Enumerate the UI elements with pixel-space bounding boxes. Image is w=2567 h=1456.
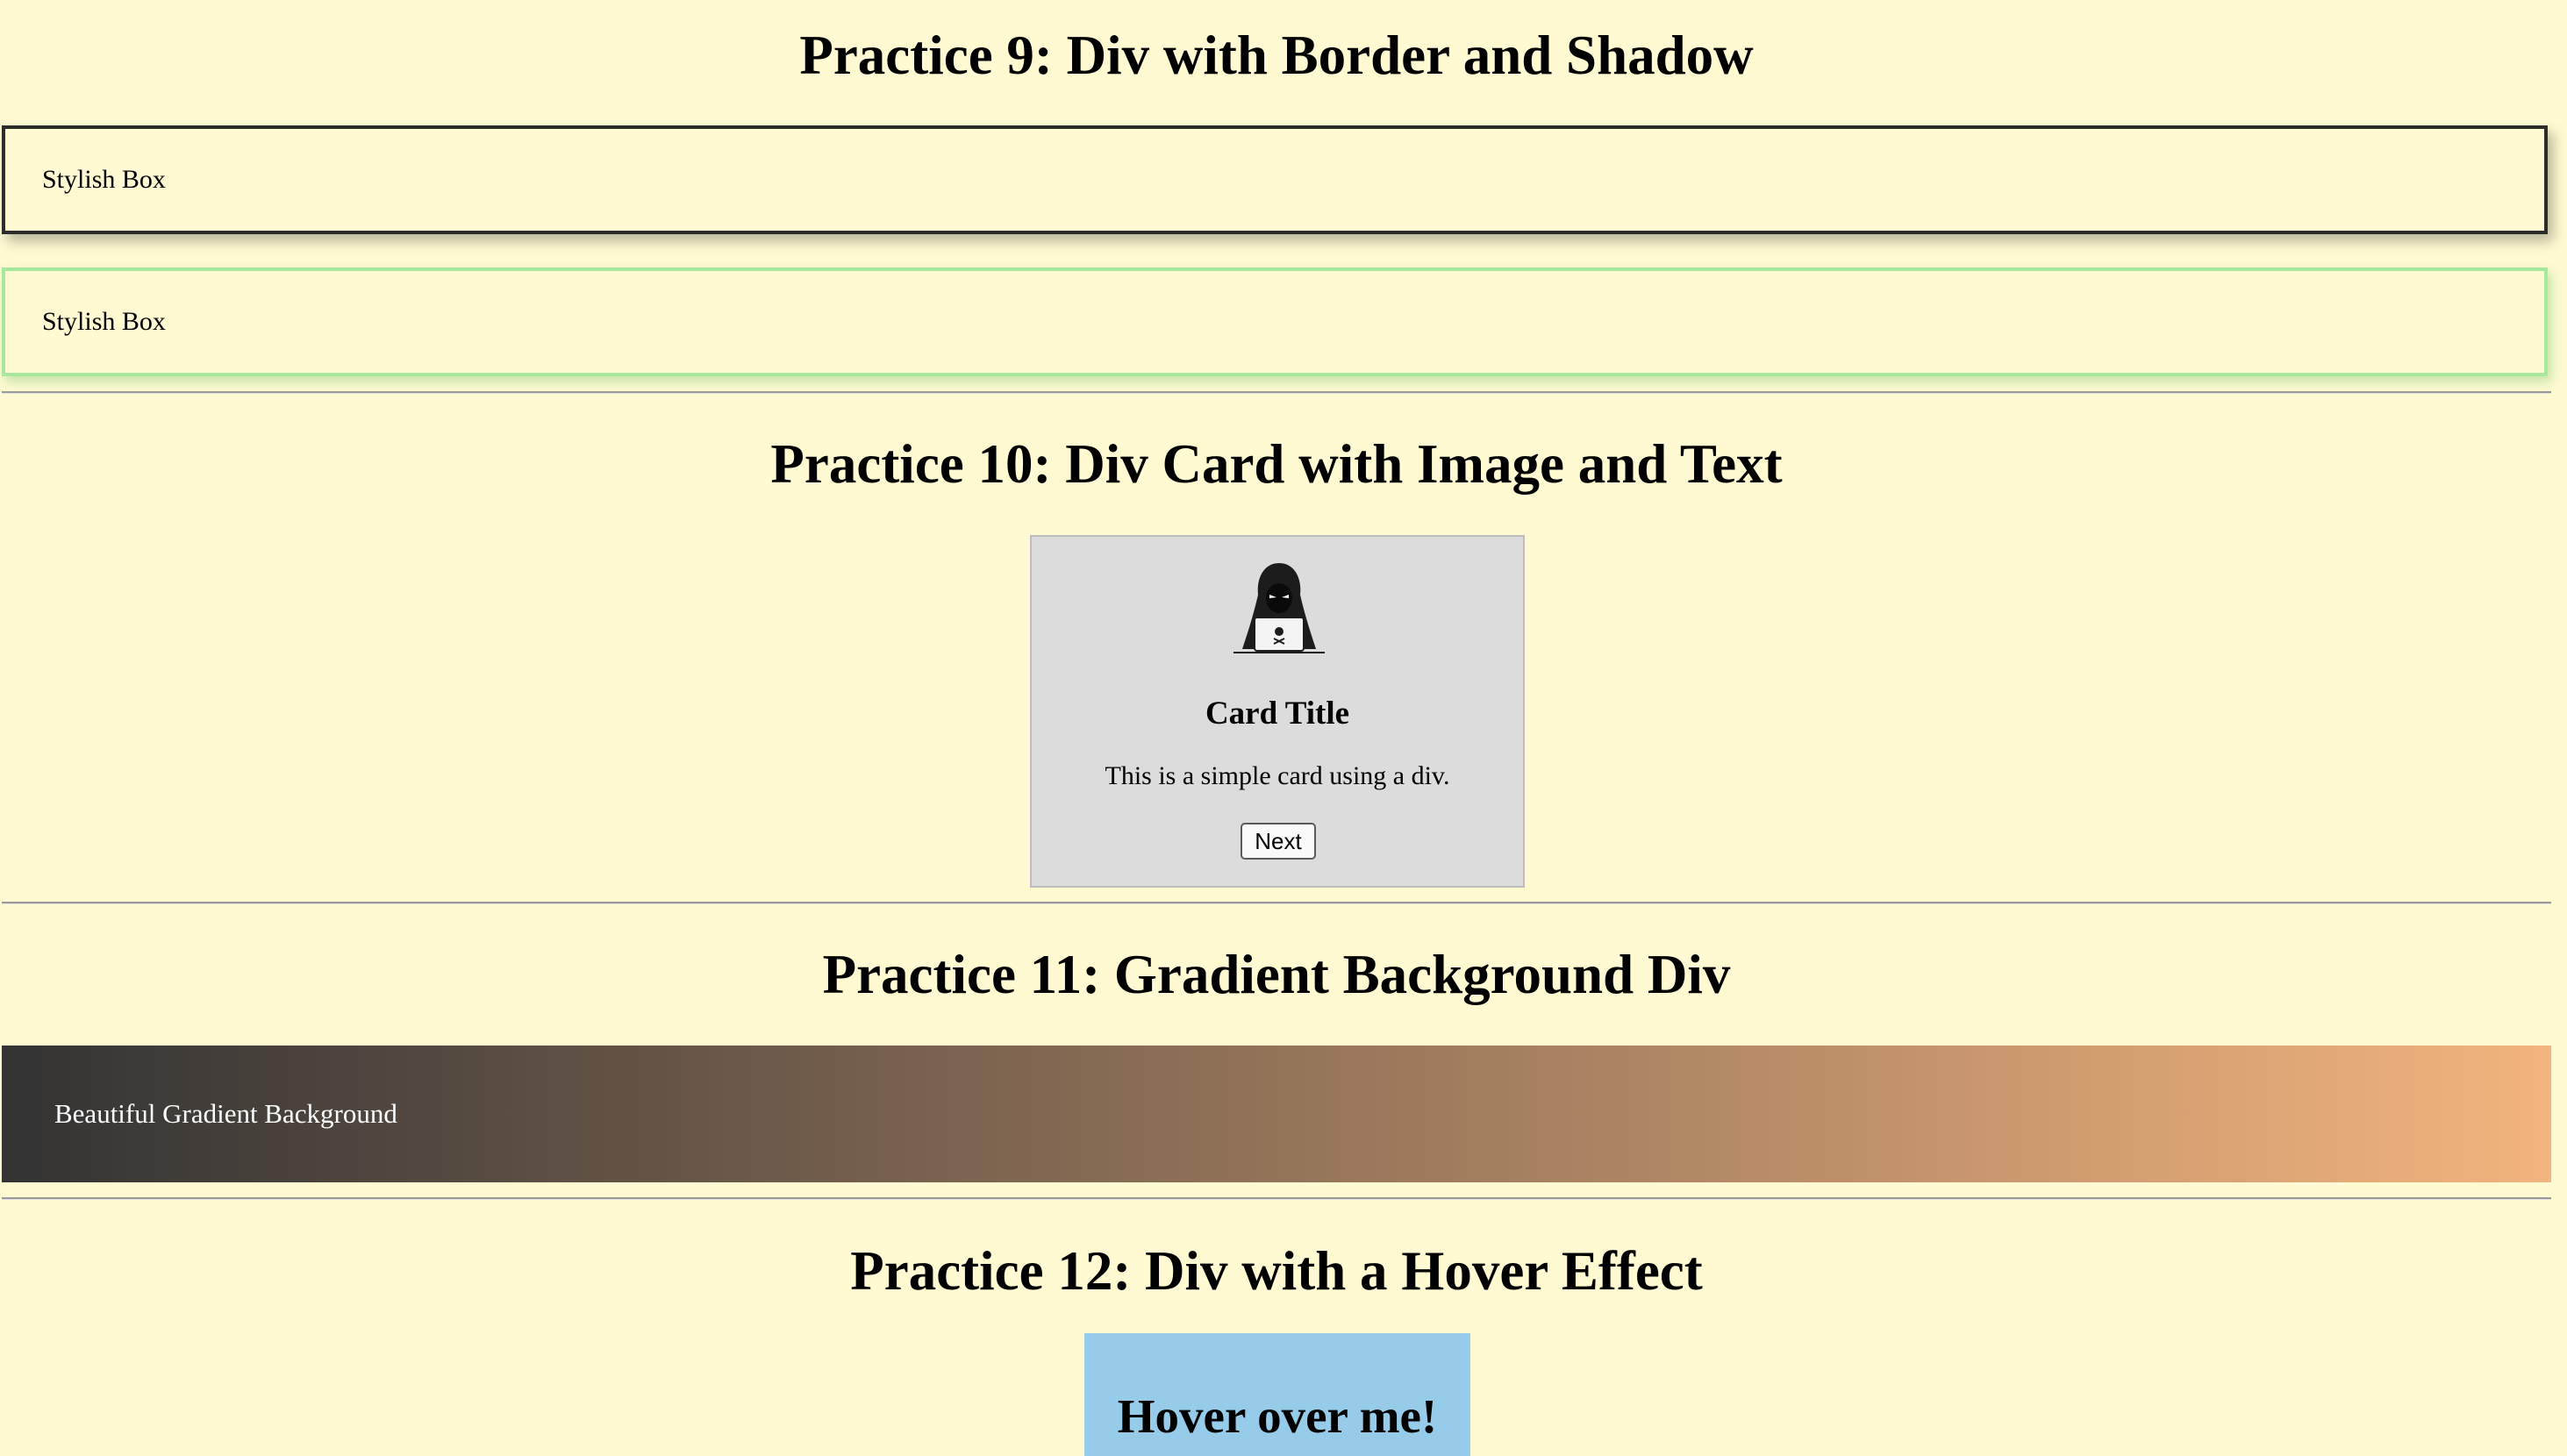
stylish-box-green-border: Stylish Box	[2, 268, 2548, 376]
stylish-box-label: Stylish Box	[42, 307, 166, 336]
divider	[2, 1197, 2551, 1200]
hooded-hacker-laptop-icon	[1233, 563, 1325, 653]
next-button[interactable]: Next	[1241, 823, 1316, 860]
stylish-box-dark-border: Stylish Box	[2, 125, 2548, 234]
practice-12-heading: Practice 12: Div with a Hover Effect	[850, 1240, 1703, 1302]
card-title: Card Title	[1205, 696, 1350, 732]
gradient-box: Beautiful Gradient Background	[2, 1046, 2551, 1182]
hover-box-label: Hover over me!	[1117, 1389, 1438, 1443]
card-text: This is a simple card using a div.	[1105, 761, 1450, 790]
card: Card Title This is a simple card using a…	[1030, 535, 1525, 888]
hover-box[interactable]: Hover over me!	[1084, 1333, 1470, 1456]
stylish-box-label: Stylish Box	[42, 165, 166, 194]
divider	[2, 902, 2551, 904]
gradient-box-label: Beautiful Gradient Background	[54, 1098, 397, 1129]
practice-11-heading: Practice 11: Gradient Background Div	[822, 944, 1731, 1005]
practice-10-heading: Practice 10: Div Card with Image and Tex…	[770, 433, 1783, 495]
divider	[2, 391, 2551, 394]
practice-9-heading: Practice 9: Div with Border and Shadow	[799, 25, 1754, 86]
